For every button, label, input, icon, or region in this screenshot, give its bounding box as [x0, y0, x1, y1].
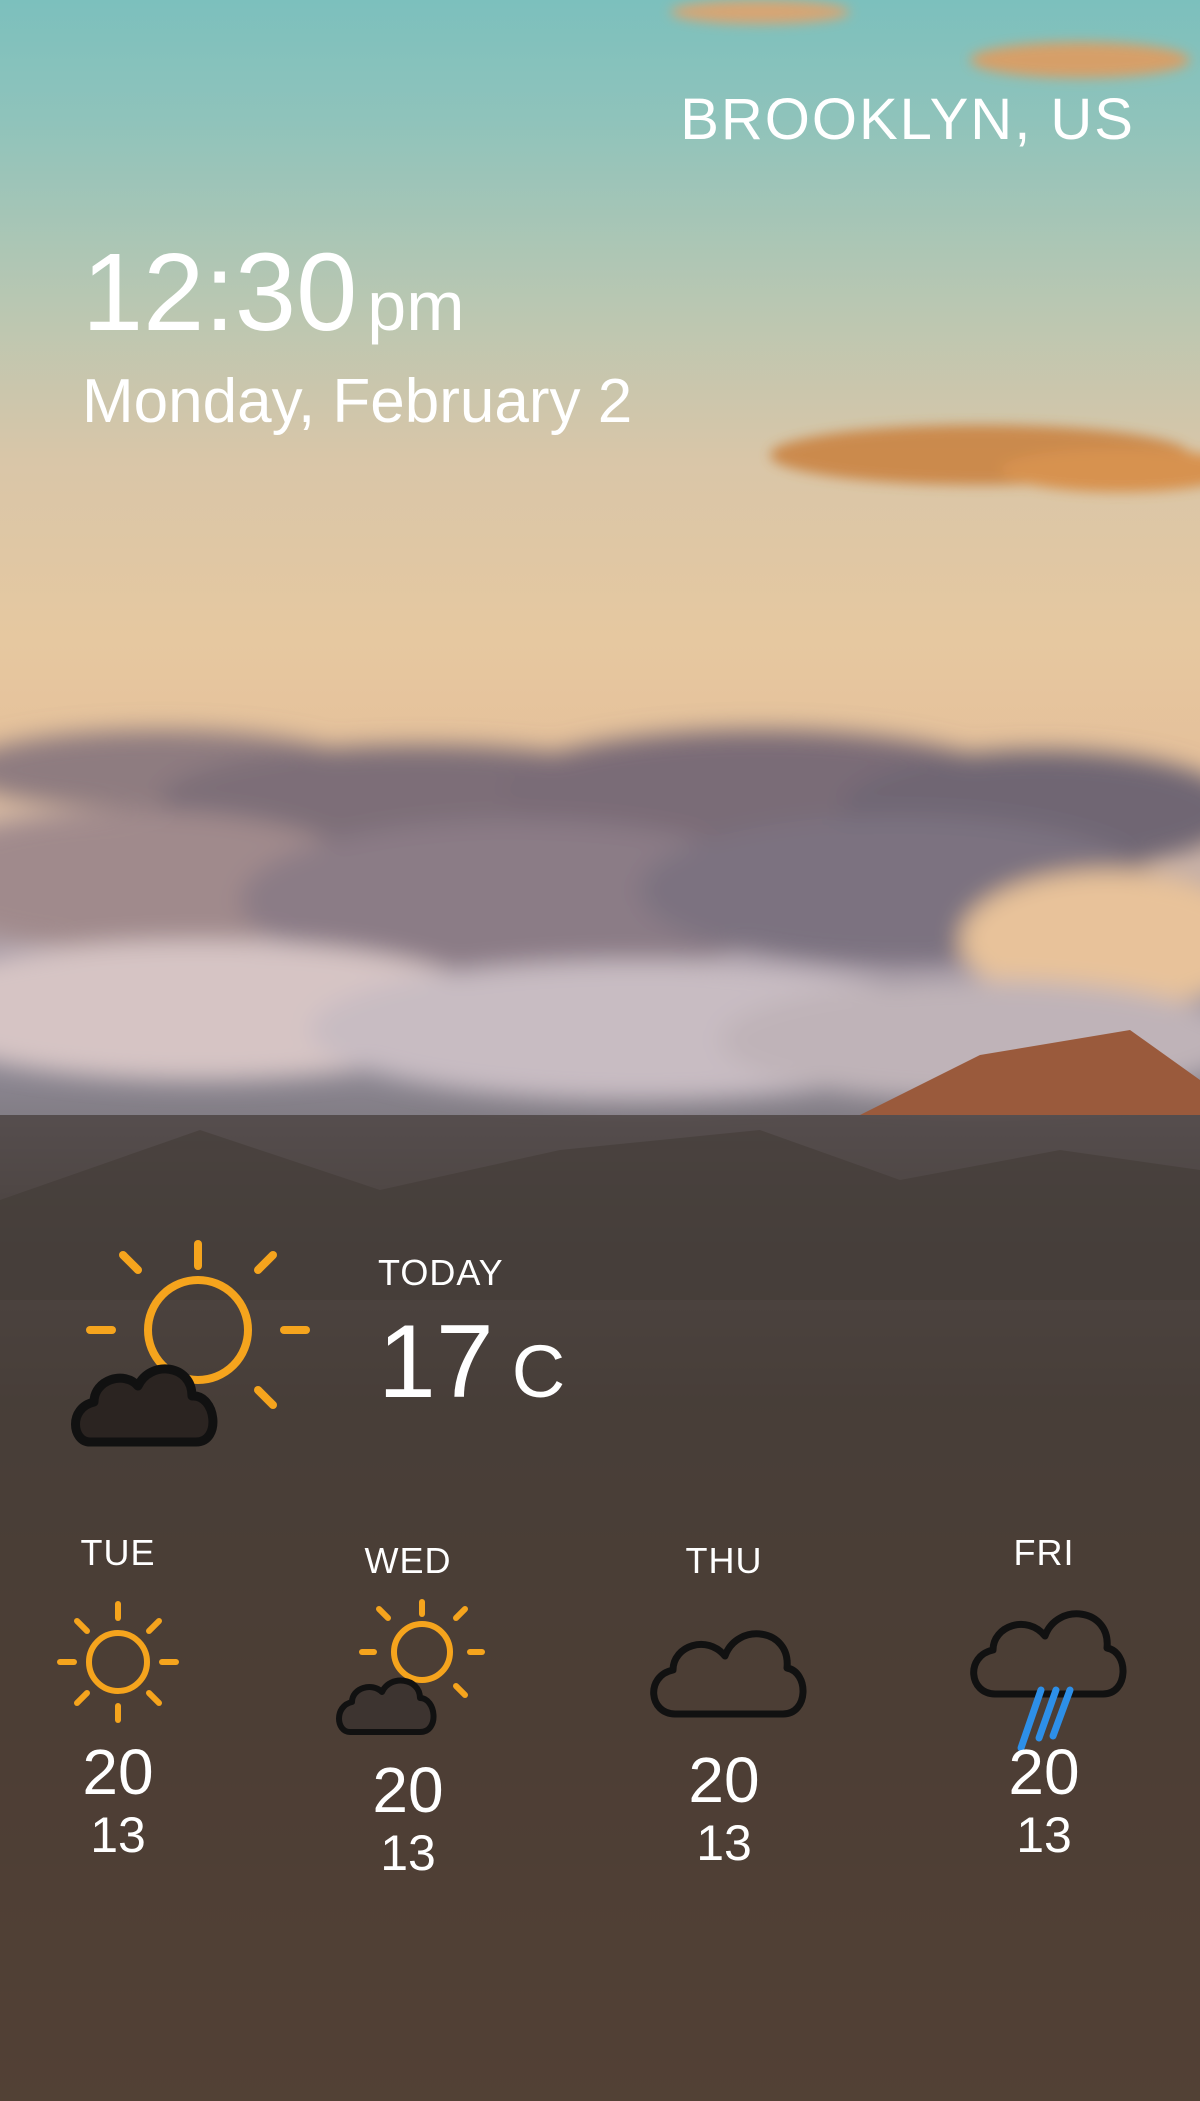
forecast-day-name: TUE	[80, 1532, 156, 1573]
forecast-high: 20	[1008, 1736, 1080, 1808]
today-label: TODAY	[378, 1252, 504, 1293]
time-value: 12:30	[82, 231, 358, 354]
forecast-day-fri[interactable]: FRI 20 13	[934, 1532, 1154, 1860]
location-label[interactable]: BROOKLYN, US	[680, 86, 1135, 153]
today-temp-value: 17	[378, 1304, 494, 1420]
forecast-low: 13	[1016, 1807, 1072, 1863]
forecast-low: 13	[696, 1815, 752, 1871]
forecast-day-name: WED	[364, 1540, 452, 1581]
forecast-day-name: THU	[685, 1540, 763, 1581]
today-summary: TODAY 17 C	[378, 1252, 565, 1414]
partly-cloudy-icon	[71, 1240, 310, 1447]
cloud-icon	[650, 1630, 807, 1718]
forecast-high: 20	[688, 1744, 760, 1816]
forecast-high: 20	[82, 1736, 154, 1808]
time-ampm: pm	[367, 267, 465, 345]
forecast-day-thu[interactable]: THU 20 13	[614, 1540, 834, 1868]
sun-icon	[57, 1601, 179, 1723]
today-temperature: 17 C	[378, 1310, 565, 1414]
clock: 12:30 pm Monday, February 2	[82, 238, 632, 437]
today-temp-unit: C	[511, 1330, 566, 1413]
date-display: Monday, February 2	[82, 367, 633, 436]
time-display: 12:30 pm	[82, 238, 632, 348]
forecast-low: 13	[90, 1807, 146, 1863]
forecast-day-name: FRI	[1013, 1532, 1075, 1573]
forecast-low: 13	[380, 1825, 436, 1881]
forecast-day-wed[interactable]: WED 20 13	[298, 1540, 518, 1878]
forecast-high: 20	[372, 1754, 444, 1826]
forecast-day-tue[interactable]: TUE 20 13	[8, 1532, 228, 1860]
partly-cloudy-icon	[336, 1599, 485, 1735]
